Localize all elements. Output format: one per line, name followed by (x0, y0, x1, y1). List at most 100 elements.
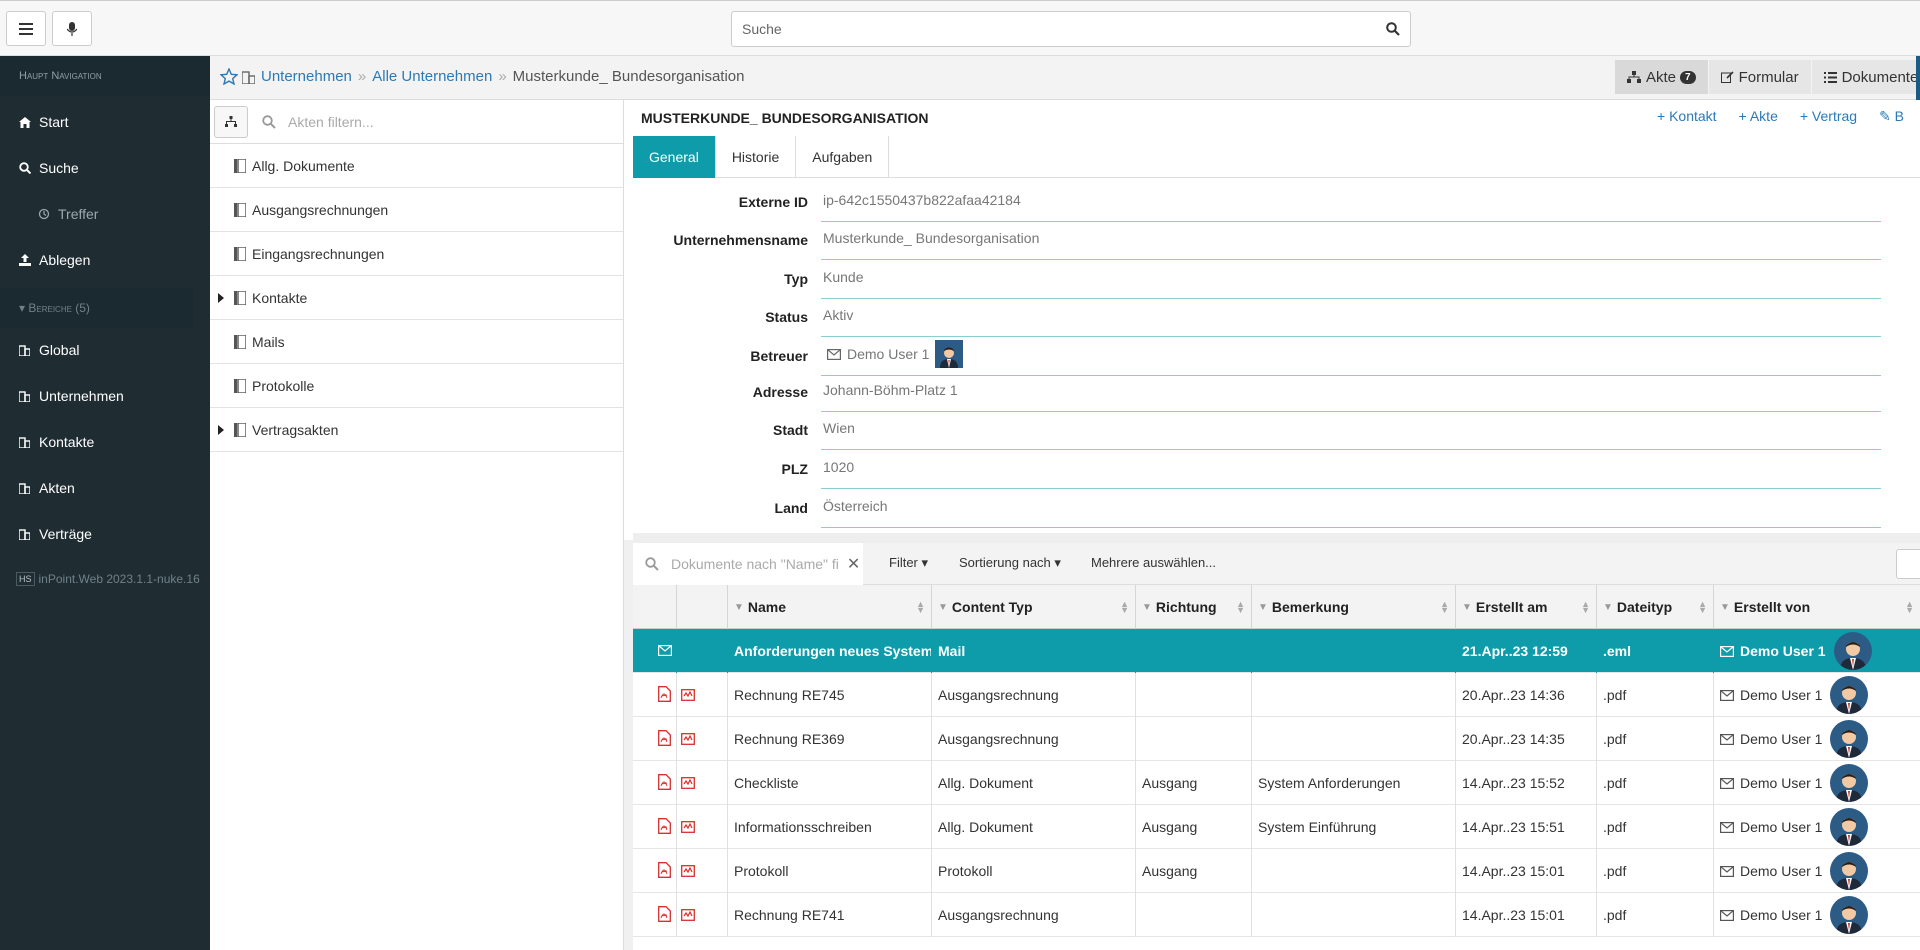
table-row[interactable]: Rechnung RE745 Ausgangsrechnung 20.Apr..23… (633, 673, 1920, 717)
pdf-preview-icon[interactable] (681, 819, 695, 836)
envelope-icon[interactable] (1720, 733, 1734, 745)
add-kontakt-button[interactable]: + Kontakt (1657, 108, 1717, 125)
table-row[interactable]: Protokoll Protokoll Ausgang 14.Apr..23 15:0… (633, 849, 1920, 893)
tree-folder[interactable]: Vertragsakten (210, 408, 623, 452)
pdf-file-icon[interactable] (658, 861, 671, 881)
nav-item-suche[interactable]: Suche (0, 146, 210, 190)
breadcrumb-alle-unternehmen[interactable]: Alle Unternehmen (372, 68, 492, 85)
nav-item-treffer[interactable]: Treffer (0, 192, 210, 236)
pdf-preview-icon[interactable] (681, 863, 695, 880)
envelope-icon[interactable] (1720, 865, 1734, 877)
pdf-file-icon[interactable] (658, 773, 671, 793)
tree-folder[interactable]: Allg. Dokumente (210, 144, 623, 188)
expand-caret-icon[interactable] (218, 292, 228, 303)
multi-select-button[interactable]: Mehrere auswählen... (1091, 555, 1216, 570)
column-header-dateityp[interactable]: ▼ Dateityp ▲ ▼ (1597, 585, 1714, 629)
table-row[interactable]: Rechnung RE741 Ausgangsrechnung 14.Apr..23… (633, 893, 1920, 937)
documents-search[interactable]: Dokumente nach "Name" fi ✕ (633, 543, 863, 585)
filter-icon[interactable]: ▼ (1603, 602, 1613, 613)
field-value[interactable]: Johann-Böhm-Platz 1 (821, 382, 1881, 412)
filter-icon[interactable]: ▼ (1462, 602, 1472, 613)
tab-dokumente[interactable]: Dokumente (1811, 60, 1920, 94)
filter-icon[interactable]: ▼ (734, 602, 744, 613)
column-header-erstellt-von[interactable]: ▼ Erstellt von ▲ ▼ (1714, 585, 1920, 629)
envelope-icon[interactable] (827, 349, 841, 360)
global-search-input[interactable] (742, 12, 1362, 46)
sort-dropdown[interactable]: Sortierung nach ▾ (959, 555, 1061, 571)
filter-icon[interactable]: ▼ (1258, 602, 1268, 613)
tab-akte[interactable]: Akte 7 (1615, 60, 1709, 94)
star-icon[interactable] (220, 68, 238, 85)
column-header-bemerkung[interactable]: ▼ Bemerkung ▲ ▼ (1252, 585, 1456, 629)
view-toggle-button[interactable] (1896, 549, 1920, 579)
field-value[interactable]: Österreich (821, 498, 1881, 528)
field-value[interactable]: Aktiv (821, 307, 1881, 337)
add-vertrag-button[interactable]: + Vertrag (1800, 108, 1857, 125)
envelope-icon[interactable] (1720, 909, 1734, 921)
tree-folder[interactable]: Kontakte (210, 276, 623, 320)
filter-icon[interactable]: ▼ (1142, 602, 1152, 613)
column-header-erstellt-am[interactable]: ▼ Erstellt am ▲ ▼ (1456, 585, 1597, 629)
add-akte-button[interactable]: + Akte (1739, 108, 1778, 125)
nav-area-global[interactable]: Global (0, 328, 210, 372)
voice-search-button[interactable] (52, 11, 92, 46)
pdf-preview-icon[interactable] (681, 731, 695, 748)
tree-structure-button[interactable] (214, 105, 248, 138)
vertical-splitter[interactable] (624, 540, 633, 950)
column-header-content-typ[interactable]: ▼ Content Typ ▲ ▼ (932, 585, 1136, 629)
filter-dropdown[interactable]: Filter ▾ (889, 555, 928, 571)
envelope-icon[interactable] (1720, 689, 1734, 701)
nav-section-bereiche[interactable]: ▾ Bereiche (5) (0, 288, 193, 328)
field-value[interactable]: Wien (821, 420, 1881, 450)
tree-folder[interactable]: Protokolle (210, 364, 623, 408)
nav-area-vertraege[interactable]: Verträge (0, 512, 210, 556)
nav-item-start[interactable]: Start (0, 100, 210, 144)
pdf-file-icon[interactable] (658, 905, 671, 925)
sort-icon[interactable]: ▲ ▼ (1236, 600, 1245, 615)
field-value[interactable]: Musterkunde_ Bundesorganisation (821, 230, 1881, 260)
sort-icon[interactable]: ▲ ▼ (916, 600, 925, 615)
breadcrumb-unternehmen[interactable]: Unternehmen (261, 68, 352, 85)
field-value[interactable]: Kunde (821, 269, 1881, 299)
tab-historie[interactable]: Historie (716, 136, 797, 178)
nav-area-kontakte[interactable]: Kontakte (0, 420, 210, 464)
pdf-file-icon[interactable] (658, 685, 671, 705)
sort-icon[interactable]: ▲ ▼ (1440, 600, 1449, 615)
table-row[interactable]: Informationsschreiben Allg. Dokument Ausga… (633, 805, 1920, 849)
tree-folder[interactable]: Ausgangsrechnungen (210, 188, 623, 232)
sort-icon[interactable]: ▲ ▼ (1698, 600, 1707, 615)
sort-icon[interactable]: ▲ ▼ (1905, 600, 1914, 615)
tree-filter-field[interactable]: Akten filtern... (262, 114, 374, 130)
table-row[interactable]: Anforderungen neues System Mail 21.Apr..23… (633, 629, 1920, 673)
tree-folder[interactable]: Eingangsrechnungen (210, 232, 623, 276)
edit-button[interactable]: ✎ B (1879, 108, 1904, 125)
mail-file-icon[interactable] (658, 643, 673, 659)
menu-toggle-button[interactable] (6, 11, 46, 46)
envelope-icon[interactable] (1720, 821, 1734, 833)
pdf-preview-icon[interactable] (681, 907, 695, 924)
field-value[interactable]: Demo User 1 (821, 340, 1881, 376)
pdf-preview-icon[interactable] (681, 687, 695, 704)
filter-icon[interactable]: ▼ (1720, 602, 1730, 613)
nav-area-akten[interactable]: Akten (0, 466, 210, 510)
horizontal-splitter[interactable] (633, 533, 1920, 543)
sort-icon[interactable]: ▲ ▼ (1120, 600, 1129, 615)
envelope-icon[interactable] (1720, 645, 1734, 657)
column-header-richtung[interactable]: ▼ Richtung ▲ ▼ (1136, 585, 1252, 629)
tab-aufgaben[interactable]: Aufgaben (796, 136, 890, 178)
nav-item-ablegen[interactable]: Ablegen (0, 238, 210, 282)
envelope-icon[interactable] (1720, 777, 1734, 789)
filter-icon[interactable]: ▼ (938, 602, 948, 613)
sort-icon[interactable]: ▲ ▼ (1581, 600, 1590, 615)
clear-icon[interactable]: ✕ (847, 554, 860, 574)
expand-caret-icon[interactable] (218, 424, 228, 435)
column-header-name[interactable]: ▼ Name ▲ ▼ (728, 585, 932, 629)
search-icon[interactable] (1386, 22, 1400, 36)
tab-formular[interactable]: Formular (1708, 60, 1812, 94)
field-value[interactable]: 1020 (821, 459, 1881, 489)
scrollbar-indicator[interactable] (1916, 56, 1920, 100)
nav-area-unternehmen[interactable]: Unternehmen (0, 374, 210, 418)
pdf-preview-icon[interactable] (681, 775, 695, 792)
tab-general[interactable]: General (633, 136, 716, 178)
pdf-file-icon[interactable] (658, 729, 671, 749)
